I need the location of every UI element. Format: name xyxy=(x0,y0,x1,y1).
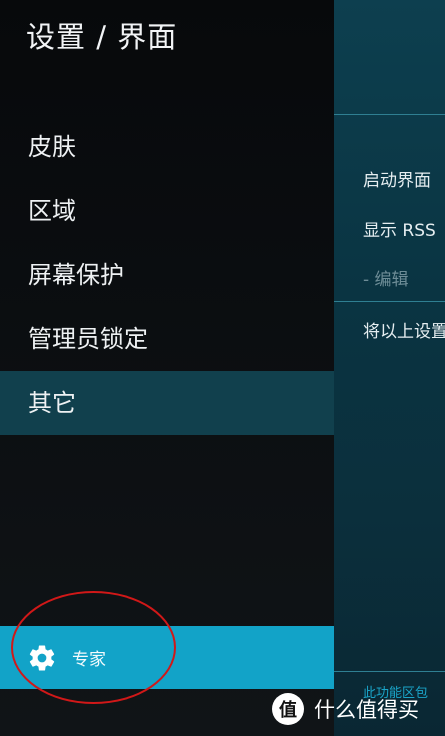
category-menu: 皮肤 区域 屏幕保护 管理员锁定 其它 xyxy=(0,115,334,435)
menu-item-other[interactable]: 其它 xyxy=(0,371,334,435)
page-title: 设置 / 界面 xyxy=(26,20,178,54)
menu-item-skin[interactable]: 皮肤 xyxy=(0,115,334,179)
setting-edit-rss[interactable]: - 编辑 xyxy=(363,265,409,290)
watermark-text: 什么值得买 xyxy=(314,698,419,722)
setting-show-rss[interactable]: 显示 RSS xyxy=(363,216,436,241)
expert-level-button[interactable]: 专家 xyxy=(0,626,334,689)
setting-reset-above[interactable]: 将以上设置 xyxy=(363,317,445,342)
setting-startup-window[interactable]: 启动界面 xyxy=(363,166,431,191)
sidebar: 设置 / 界面 皮肤 区域 屏幕保护 管理员锁定 其它 专家 xyxy=(0,0,334,736)
gear-icon xyxy=(26,642,58,674)
watermark-logo: 值 xyxy=(272,693,304,725)
divider xyxy=(334,301,445,302)
menu-item-master-lock[interactable]: 管理员锁定 xyxy=(0,307,334,371)
expert-level-label: 专家 xyxy=(72,650,106,670)
settings-panel: 启动界面 显示 RSS - 编辑 将以上设置 此功能区包 xyxy=(334,0,445,736)
watermark: 值 什么值得买 xyxy=(272,690,419,728)
divider xyxy=(334,671,445,672)
menu-item-screensaver[interactable]: 屏幕保护 xyxy=(0,243,334,307)
menu-item-region[interactable]: 区域 xyxy=(0,179,334,243)
divider xyxy=(334,114,445,115)
